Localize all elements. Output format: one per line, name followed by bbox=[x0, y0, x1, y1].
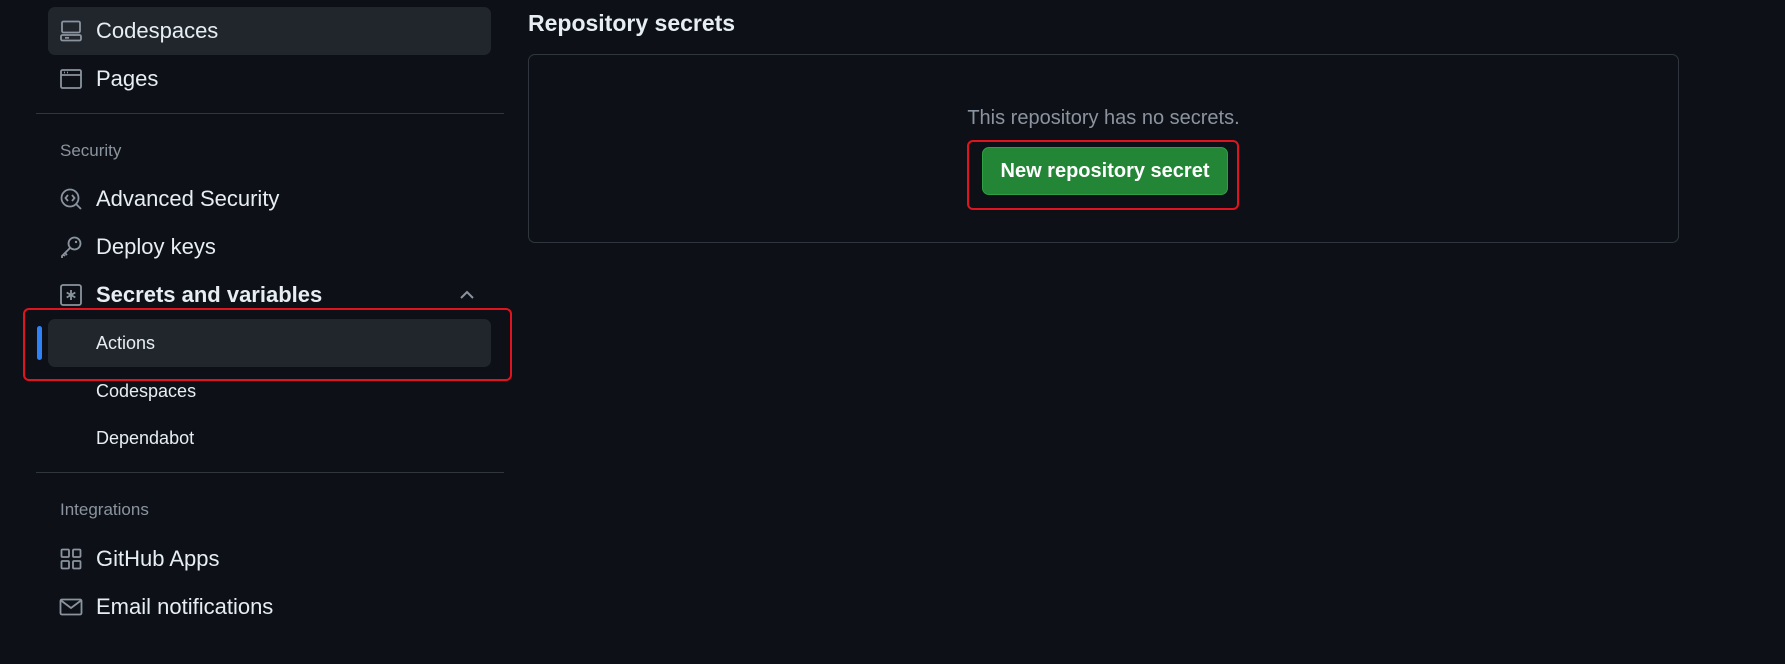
sidebar-subitem-dependabot[interactable]: Dependabot bbox=[48, 414, 491, 462]
sidebar-divider bbox=[36, 472, 504, 473]
browser-icon bbox=[59, 67, 83, 91]
sidebar-item-label: Deploy keys bbox=[96, 234, 216, 259]
asterisk-icon bbox=[59, 283, 83, 307]
sidebar-item-label: Codespaces bbox=[96, 380, 197, 401]
sidebar-item-label: Codespaces bbox=[96, 18, 219, 43]
page-title: Repository secrets bbox=[528, 10, 736, 36]
codespaces-icon bbox=[59, 19, 83, 43]
key-icon bbox=[59, 235, 83, 259]
highlight-box-new-secret bbox=[967, 140, 1239, 210]
secrets-empty-state: This repository has no secrets. New repo… bbox=[528, 54, 1679, 243]
sidebar-item-label: Advanced Security bbox=[96, 186, 280, 211]
sidebar-item-codespaces[interactable]: Codespaces bbox=[48, 7, 491, 55]
mail-icon bbox=[59, 595, 83, 619]
sidebar-item-advanced-security[interactable]: Advanced Security bbox=[48, 175, 491, 223]
apps-icon bbox=[59, 547, 83, 571]
section-heading-security: Security bbox=[60, 141, 122, 160]
sidebar-item-label: Dependabot bbox=[96, 427, 195, 448]
sidebar-item-email-notifications[interactable]: Email notifications bbox=[48, 583, 491, 631]
sidebar-item-label: Email notifications bbox=[96, 594, 274, 619]
sidebar-item-github-apps[interactable]: GitHub Apps bbox=[48, 535, 491, 583]
sidebar-item-label: Pages bbox=[96, 66, 159, 91]
sidebar-item-label: GitHub Apps bbox=[96, 546, 220, 571]
sidebar-item-pages[interactable]: Pages bbox=[48, 55, 491, 103]
chevron-up-icon[interactable] bbox=[457, 285, 477, 305]
sidebar-divider bbox=[36, 113, 504, 114]
sidebar-item-label: Secrets and variables bbox=[96, 282, 323, 307]
section-heading-integrations: Integrations bbox=[60, 500, 149, 519]
empty-state-message: This repository has no secrets. bbox=[967, 107, 1240, 129]
highlight-box-actions bbox=[23, 308, 512, 381]
settings-sidebar: Codespaces Pages Security Advanced Secur… bbox=[0, 0, 512, 664]
codescan-icon bbox=[59, 187, 83, 211]
sidebar-item-deploy-keys[interactable]: Deploy keys bbox=[48, 223, 491, 271]
